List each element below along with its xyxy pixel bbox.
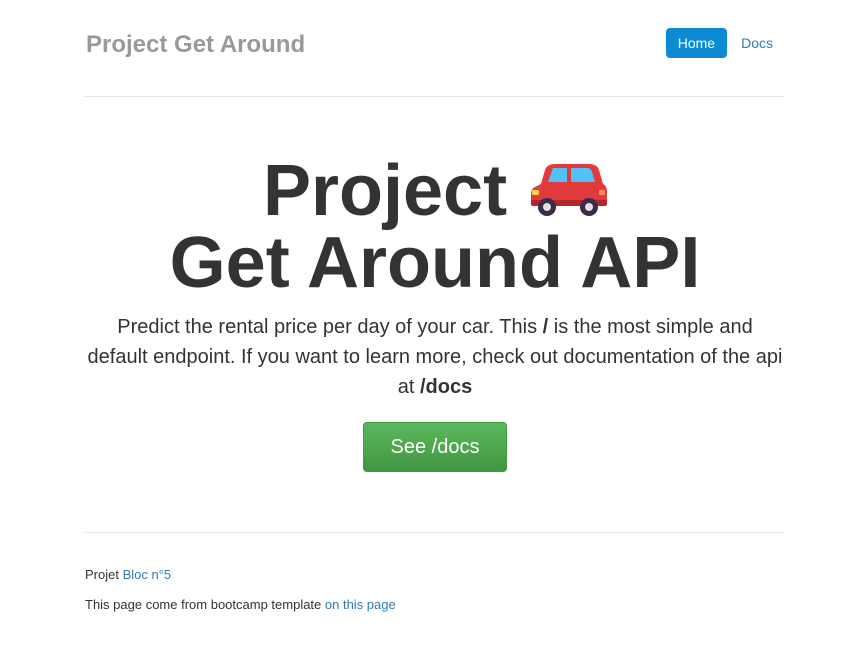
- hero-title-line-2: Get Around API: [169, 223, 701, 303]
- hero-title: Project Get Around API: [85, 155, 785, 299]
- nav-home-link[interactable]: Home: [665, 28, 728, 58]
- hero-title-word: Project: [262, 151, 508, 231]
- footer: Projet Bloc n°5 This page come from boot…: [85, 533, 785, 614]
- bloc-link[interactable]: Bloc n°5: [123, 567, 172, 582]
- lead-text-1: Predict the rental price per day of your…: [117, 316, 543, 338]
- footer-line-1-text: Projet: [85, 567, 123, 582]
- nav-bar: Home Docs: [665, 28, 785, 58]
- footer-line-2: This page come from bootcamp template on…: [85, 596, 785, 614]
- footer-line-2-text: This page come from bootcamp template: [85, 597, 325, 612]
- hero-description: Predict the rental price per day of your…: [85, 312, 785, 402]
- brand-title: Project Get Around: [86, 31, 306, 58]
- red-car-icon: [531, 163, 608, 216]
- hero-section: Project Get Around API Predict the renta…: [85, 97, 785, 533]
- page-container: Project Get Around Home Docs Project Get…: [85, 0, 785, 614]
- hero-title-line-1: Project: [85, 155, 785, 227]
- lead-docs-path: /docs: [420, 376, 473, 398]
- nav-docs-link[interactable]: Docs: [729, 28, 785, 58]
- footer-line-1: Projet Bloc n°5: [85, 566, 785, 584]
- template-source-link[interactable]: on this page: [325, 597, 396, 612]
- see-docs-button[interactable]: See /docs: [363, 422, 507, 472]
- header: Project Get Around Home Docs: [85, 0, 785, 97]
